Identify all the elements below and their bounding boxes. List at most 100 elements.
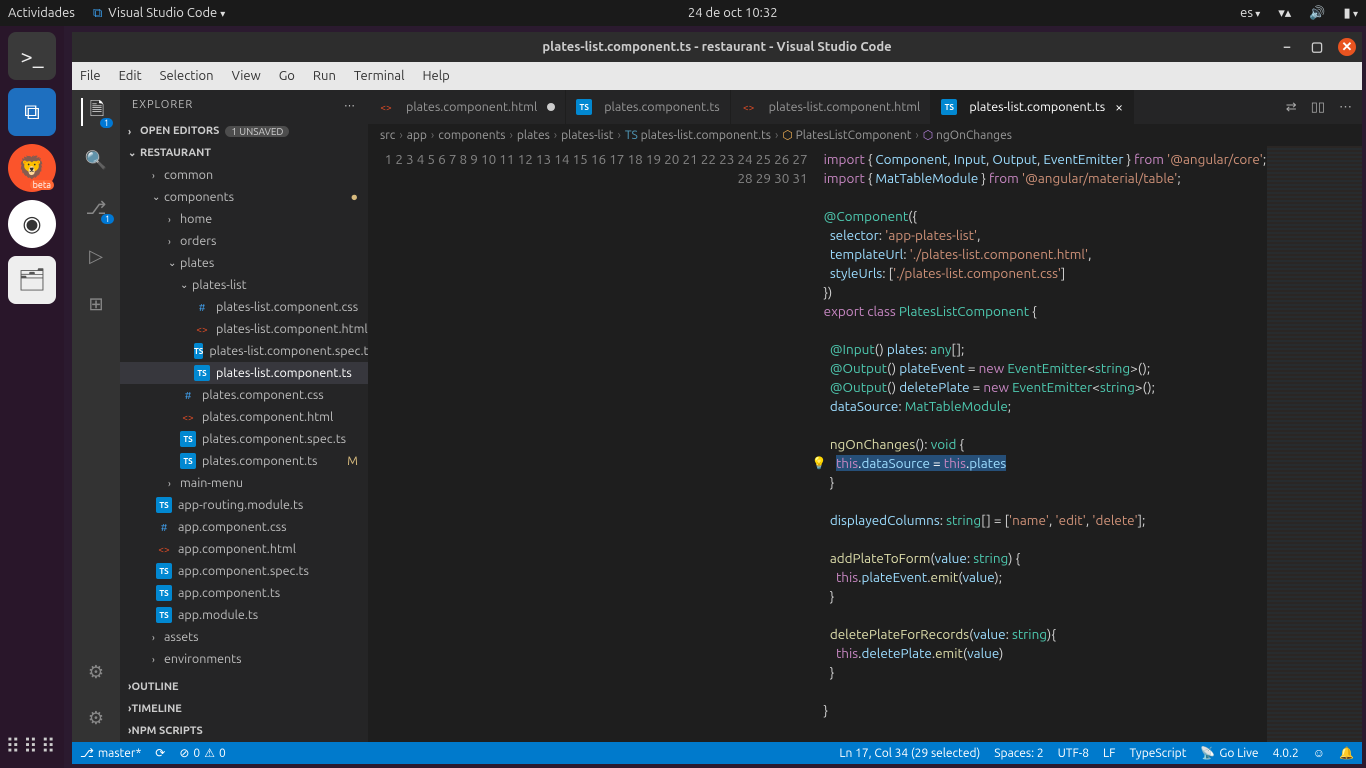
status-bell-icon[interactable]: 🔔	[1339, 746, 1354, 760]
more-icon[interactable]: ⋯	[1339, 100, 1352, 115]
file-plates-list.component.html[interactable]: <>plates-list.component.html	[120, 318, 368, 340]
menu-help[interactable]: Help	[422, 69, 449, 83]
status-language[interactable]: TypeScript	[1129, 747, 1186, 760]
status-sync[interactable]: ⟳	[155, 746, 165, 760]
status-eol[interactable]: LF	[1103, 747, 1115, 760]
window-title: plates-list.component.ts - restaurant - …	[542, 40, 891, 54]
breadcrumb-item[interactable]: plates	[517, 129, 550, 142]
workspace-root[interactable]: ⌄RESTAURANT	[120, 142, 368, 164]
tab-plates-list.component.html[interactable]: <>plates-list.component.html	[731, 90, 932, 124]
breadcrumb-item[interactable]: src	[380, 129, 395, 142]
battery-icon[interactable]: ▮	[1344, 6, 1358, 21]
dock-terminal[interactable]: >_	[8, 32, 56, 80]
folder-components[interactable]: ⌄components●	[120, 186, 368, 208]
menu-file[interactable]: File	[80, 69, 101, 83]
dock-vscode[interactable]: ⧉	[8, 88, 56, 136]
file-app.component.html[interactable]: <>app.component.html	[120, 538, 368, 560]
tab-plates-list.component.ts[interactable]: TSplates-list.component.ts×	[931, 90, 1134, 124]
breadcrumb-separator-icon: ›	[775, 129, 778, 142]
topbar-app-menu[interactable]: ⧉Visual Studio Code	[93, 6, 225, 21]
dock-chrome[interactable]: ◉	[8, 200, 56, 248]
file-app-routing.module.ts[interactable]: TSapp-routing.module.ts	[120, 494, 368, 516]
file-plates.component.html[interactable]: <>plates.component.html	[120, 406, 368, 428]
breadcrumb-item[interactable]: TS plates-list.component.ts	[625, 129, 771, 142]
activity-explorer-icon[interactable]: 🗎1	[81, 98, 109, 126]
folder-home[interactable]: ›home	[120, 208, 368, 230]
status-golive[interactable]: 📡 Go Live	[1200, 746, 1258, 760]
folder-common[interactable]: ›common	[120, 164, 368, 186]
status-branch[interactable]: ⎇ master*	[80, 746, 141, 760]
tab-close-icon[interactable]: ×	[1115, 99, 1123, 115]
compare-icon[interactable]: ⇄	[1286, 100, 1297, 115]
menu-go[interactable]: Go	[279, 69, 295, 83]
status-version[interactable]: 4.0.2	[1273, 747, 1299, 760]
breadcrumb-item[interactable]: plates-list	[561, 129, 613, 142]
file-app.component.spec.ts[interactable]: TSapp.component.spec.ts	[120, 560, 368, 582]
activity-scm-icon[interactable]: ⎇1	[82, 194, 110, 222]
file-plates-list.component.css[interactable]: #plates-list.component.css	[120, 296, 368, 318]
folder-orders[interactable]: ›orders	[120, 230, 368, 252]
menu-selection[interactable]: Selection	[160, 69, 214, 83]
activity-extensions-icon[interactable]: ⊞	[82, 290, 110, 318]
activity-search-icon[interactable]: 🔍	[82, 146, 110, 174]
status-spaces[interactable]: Spaces: 2	[994, 747, 1043, 760]
close-button[interactable]: ✕	[1338, 38, 1356, 56]
activity-debug-icon[interactable]: ▷	[82, 242, 110, 270]
system-clock[interactable]: 24 de oct 10:32	[225, 6, 1240, 20]
activity-settings-icon[interactable]: ⚙	[82, 704, 110, 732]
tab-plates.component.ts[interactable]: TSplates.component.ts	[566, 90, 730, 124]
wifi-icon[interactable]: ▾▴	[1278, 6, 1291, 21]
symbol-icon: TS	[625, 129, 641, 142]
status-feedback-icon[interactable]: ☺	[1313, 746, 1325, 760]
minimap[interactable]	[1266, 146, 1362, 742]
maximize-button[interactable]: ▢	[1308, 38, 1326, 56]
folder-plates-list[interactable]: ⌄plates-list	[120, 274, 368, 296]
ts-file-icon: TS	[194, 365, 210, 381]
ts-file-icon: TS	[194, 343, 203, 359]
status-errors[interactable]: ⊘ 0 ⚠ 0	[179, 746, 225, 760]
activity-account-icon[interactable]: ⚙	[82, 658, 110, 686]
folder-environments[interactable]: ›environments	[120, 648, 368, 670]
sidebar-more-icon[interactable]: ⋯	[344, 99, 356, 112]
code-editor[interactable]: import { Component, Input, Output, Event…	[824, 146, 1267, 742]
menu-run[interactable]: Run	[313, 69, 336, 83]
language-indicator[interactable]: es	[1240, 6, 1260, 20]
status-encoding[interactable]: UTF-8	[1058, 747, 1089, 760]
split-icon[interactable]: ▯▯	[1311, 100, 1325, 115]
dock-files[interactable]: 🗂	[8, 256, 56, 304]
breadcrumb-item[interactable]: app	[407, 129, 427, 142]
breadcrumb-item[interactable]: components	[438, 129, 505, 142]
file-plates.component.ts[interactable]: TSplates.component.tsM	[120, 450, 368, 472]
breadcrumb-separator-icon: ›	[399, 129, 402, 142]
menu-edit[interactable]: Edit	[119, 69, 142, 83]
open-editors-section[interactable]: ›OPEN EDITORS 1 UNSAVED	[120, 120, 368, 142]
file-plates-list.component.spec.ts[interactable]: TSplates-list.component.spec.ts	[120, 340, 368, 362]
activities-button[interactable]: Actividades	[8, 6, 75, 20]
breadcrumb-item[interactable]: ⬡ ngOnChanges	[923, 128, 1012, 142]
breadcrumbs[interactable]: src›app›components›plates›plates-list›TS…	[368, 124, 1362, 146]
file-plates.component.spec.ts[interactable]: TSplates.component.spec.ts	[120, 428, 368, 450]
folder-main-menu[interactable]: ›main-menu	[120, 472, 368, 494]
timeline-section[interactable]: ›TIMELINE	[120, 698, 368, 720]
activity-bar: 🗎1 🔍 ⎇1 ▷ ⊞ ⚙ ⚙	[72, 90, 120, 742]
folder-assets[interactable]: ›assets	[120, 626, 368, 648]
dock-brave[interactable]: 🦁beta	[8, 144, 56, 192]
menu-view[interactable]: View	[232, 69, 261, 83]
tab-plates.component.html[interactable]: <>plates.component.html	[368, 90, 566, 124]
file-app.module.ts[interactable]: TSapp.module.ts	[120, 604, 368, 626]
outline-section[interactable]: ›OUTLINE	[120, 676, 368, 698]
show-apps-icon[interactable]: ⠿⠿⠿	[0, 734, 64, 758]
minimize-button[interactable]: –	[1278, 38, 1296, 56]
file-plates-list.component.ts[interactable]: TSplates-list.component.ts	[120, 362, 368, 384]
lightbulb-icon[interactable]: 💡	[812, 454, 827, 473]
status-cursor[interactable]: Ln 17, Col 34 (29 selected)	[839, 747, 980, 760]
folder-plates[interactable]: ⌄plates	[120, 252, 368, 274]
css-file-icon: #	[156, 519, 172, 535]
npm-scripts-section[interactable]: ›NPM SCRIPTS	[120, 720, 368, 742]
file-app.component.css[interactable]: #app.component.css	[120, 516, 368, 538]
file-app.component.ts[interactable]: TSapp.component.ts	[120, 582, 368, 604]
volume-icon[interactable]: 🔊	[1309, 6, 1325, 21]
menu-terminal[interactable]: Terminal	[354, 69, 405, 83]
breadcrumb-item[interactable]: ⬡ PlatesListComponent	[782, 128, 911, 142]
file-plates.component.css[interactable]: #plates.component.css	[120, 384, 368, 406]
